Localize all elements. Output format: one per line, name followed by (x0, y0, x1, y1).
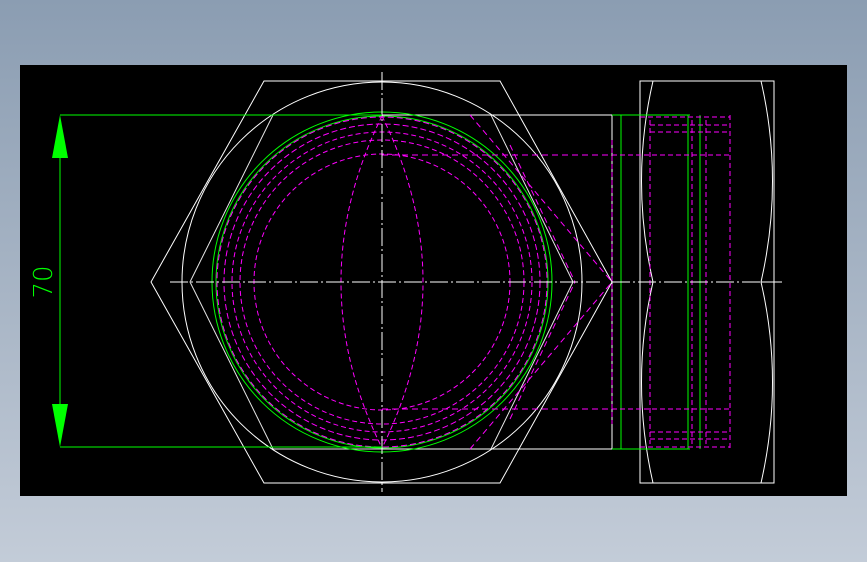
dimension-70: 70 (29, 114, 382, 448)
cad-drawing: 70 (29, 72, 782, 492)
dimension-arrow-top (52, 115, 68, 158)
center-lines (170, 72, 600, 492)
front-view (150, 72, 613, 492)
dimension-value: 70 (29, 265, 59, 298)
cad-drawing-area[interactable]: 70 (20, 65, 847, 496)
side-view (611, 80, 782, 484)
dimension-arrow-bottom (52, 404, 68, 447)
